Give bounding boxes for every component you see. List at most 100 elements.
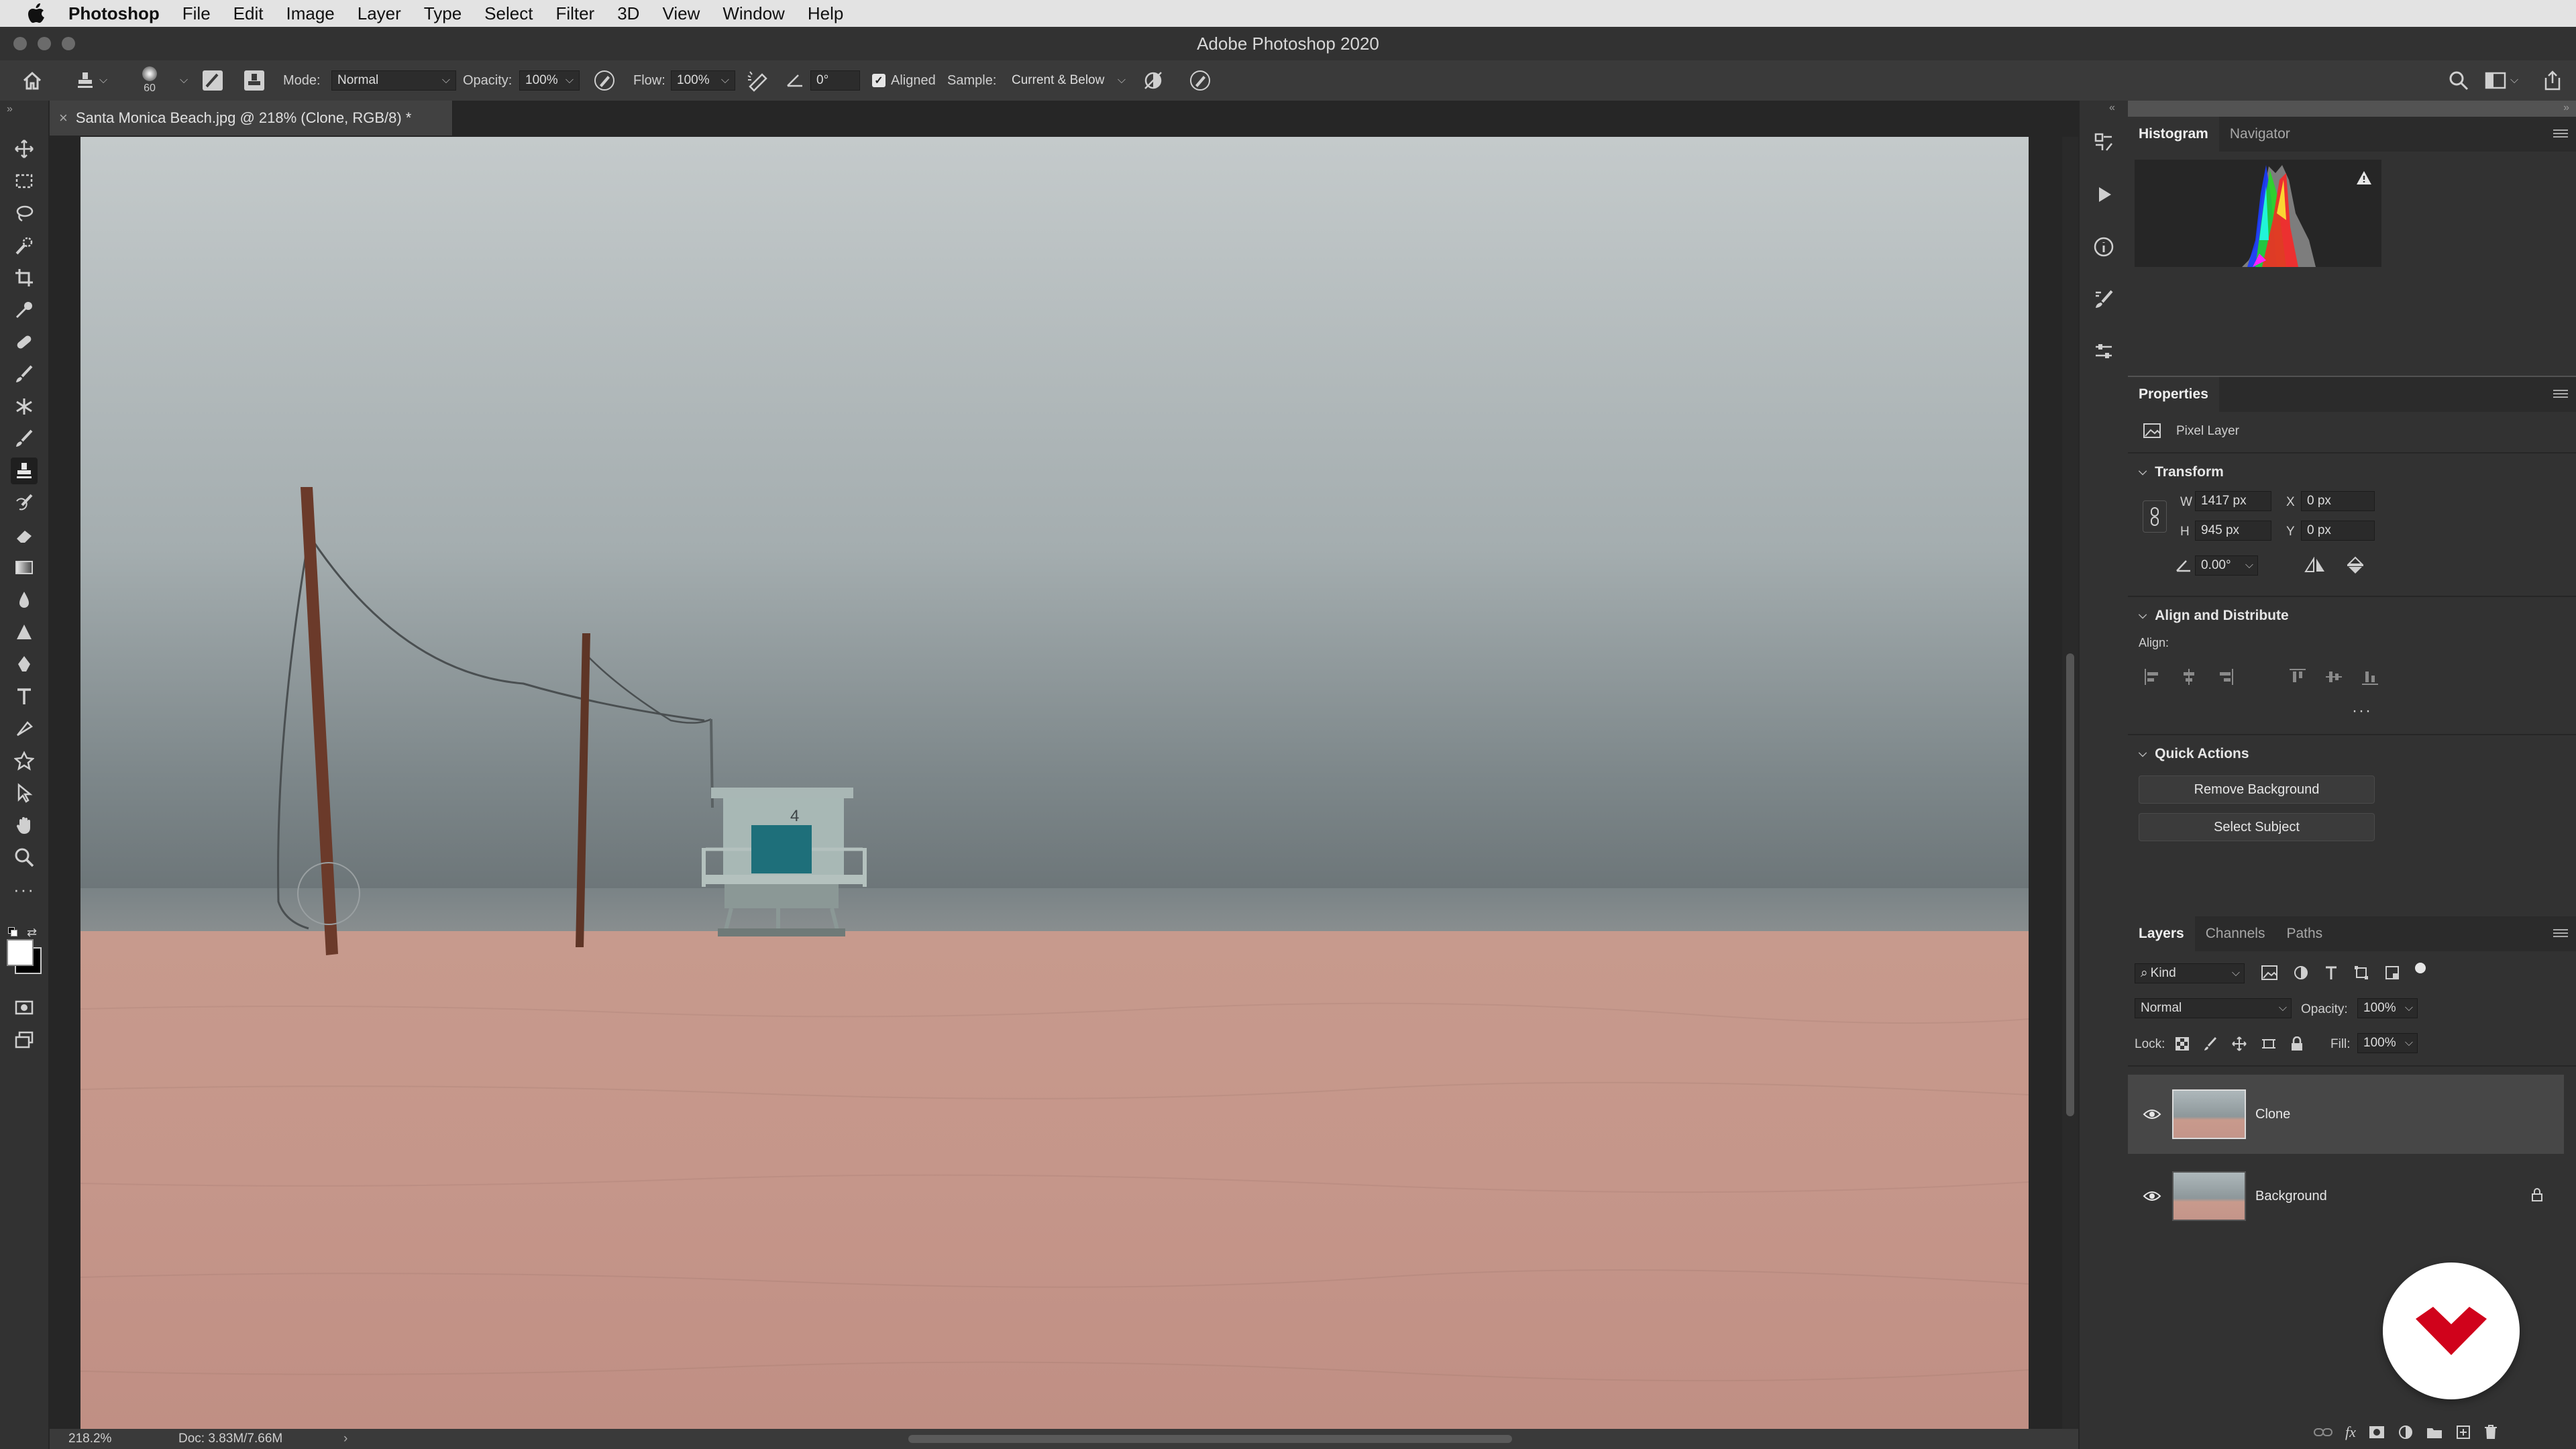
close-document-icon[interactable]: × bbox=[59, 109, 68, 127]
direct-selection-tool[interactable] bbox=[11, 780, 38, 806]
filter-type-icon[interactable] bbox=[2324, 965, 2339, 981]
menu-3d[interactable]: 3D bbox=[617, 3, 639, 24]
menu-edit[interactable]: Edit bbox=[233, 3, 264, 24]
zoom-tool[interactable] bbox=[11, 844, 38, 871]
lasso-tool[interactable] bbox=[11, 200, 38, 227]
lock-all-icon[interactable] bbox=[2290, 1036, 2304, 1051]
toggle-brush-settings-button[interactable] bbox=[201, 60, 224, 101]
menu-view[interactable]: View bbox=[662, 3, 700, 24]
brush-tool[interactable] bbox=[11, 361, 38, 388]
more-options-icon[interactable]: ··· bbox=[2352, 702, 2372, 720]
document-tab[interactable]: × Santa Monica Beach.jpg @ 218% (Clone, … bbox=[50, 101, 453, 136]
tab-channels[interactable]: Channels bbox=[2195, 916, 2276, 951]
new-layer-icon[interactable] bbox=[2455, 1424, 2471, 1440]
edit-toolbar-button[interactable]: ··· bbox=[11, 876, 38, 903]
align-center-horizontal-icon[interactable] bbox=[2179, 667, 2199, 687]
menu-app-name[interactable]: Photoshop bbox=[68, 3, 160, 24]
trash-icon[interactable] bbox=[2483, 1424, 2498, 1440]
default-colors-icon[interactable] bbox=[8, 927, 17, 936]
align-section-header[interactable]: ⌵ Align and Distribute bbox=[2139, 608, 2289, 624]
brush-picker-chevron[interactable]: ⌵ bbox=[176, 60, 188, 101]
height-field[interactable]: 945 px bbox=[2195, 521, 2271, 541]
lock-image-pixels-icon[interactable] bbox=[2203, 1036, 2218, 1051]
layer-filter-kind-select[interactable]: ⌕ Kind ⌵ bbox=[2135, 963, 2245, 983]
menu-layer[interactable]: Layer bbox=[358, 3, 401, 24]
quick-selection-tool[interactable] bbox=[11, 232, 38, 259]
filter-shape-icon[interactable] bbox=[2353, 965, 2369, 981]
layer-name[interactable]: Background bbox=[2255, 1189, 2530, 1204]
layer-row-clone[interactable]: Clone bbox=[2128, 1075, 2564, 1154]
panel-menu-icon[interactable] bbox=[2553, 927, 2568, 941]
zoom-level[interactable]: 218.2% bbox=[68, 1432, 111, 1446]
mixer-brush-tool[interactable] bbox=[11, 425, 38, 452]
blur-tool[interactable] bbox=[11, 586, 38, 613]
apple-icon[interactable] bbox=[24, 1, 48, 25]
menu-filter[interactable]: Filter bbox=[555, 3, 594, 24]
align-left-icon[interactable] bbox=[2143, 667, 2163, 687]
rotation-field[interactable]: 0.00° ⌵ bbox=[2195, 555, 2258, 576]
screen-mode-button[interactable] bbox=[11, 1026, 38, 1053]
panel-menu-icon[interactable] bbox=[2553, 388, 2568, 401]
eye-icon[interactable] bbox=[2139, 1108, 2165, 1120]
move-tool[interactable] bbox=[11, 136, 38, 162]
fx-icon[interactable]: fx bbox=[2345, 1424, 2356, 1441]
vertical-scroll-thumb[interactable] bbox=[2066, 653, 2074, 1116]
x-field[interactable]: 0 px bbox=[2301, 491, 2375, 511]
menu-type[interactable]: Type bbox=[424, 3, 462, 24]
hand-tool[interactable] bbox=[11, 812, 38, 839]
menu-help[interactable]: Help bbox=[808, 3, 843, 24]
actions-panel-button[interactable] bbox=[2089, 180, 2118, 209]
fill-field[interactable]: 100% ⌵ bbox=[2357, 1033, 2418, 1053]
flip-horizontal-button[interactable] bbox=[2304, 556, 2326, 578]
toggle-clone-source-button[interactable] bbox=[243, 60, 266, 101]
menu-file[interactable]: File bbox=[182, 3, 211, 24]
eraser-tool[interactable] bbox=[11, 522, 38, 549]
tab-layers[interactable]: Layers bbox=[2128, 916, 2195, 951]
new-group-folder-icon[interactable] bbox=[2426, 1425, 2443, 1440]
lock-icon[interactable] bbox=[2530, 1187, 2544, 1205]
layer-name[interactable]: Clone bbox=[2255, 1107, 2564, 1122]
flip-vertical-button[interactable] bbox=[2347, 555, 2364, 579]
select-subject-button[interactable]: Select Subject bbox=[2139, 813, 2375, 841]
tab-navigator[interactable]: Navigator bbox=[2219, 117, 2301, 152]
layer-row-background[interactable]: Background bbox=[2128, 1157, 2564, 1236]
search-button[interactable] bbox=[2449, 60, 2469, 101]
collapse-panels-icon[interactable]: » bbox=[2563, 102, 2569, 114]
layer-blend-mode-select[interactable]: Normal ⌵ bbox=[2135, 998, 2292, 1018]
mode-select[interactable]: Normal ⌵ bbox=[331, 70, 456, 91]
tool-preset-picker[interactable]: ⌵ bbox=[75, 60, 107, 101]
link-dimensions-button[interactable] bbox=[2143, 500, 2167, 533]
path-selection-tool[interactable] bbox=[11, 715, 38, 742]
pressure-size-button[interactable] bbox=[1189, 60, 1212, 101]
status-expand-icon[interactable]: › bbox=[343, 1432, 347, 1446]
home-button[interactable] bbox=[21, 60, 43, 101]
ignore-adjustment-layers-button[interactable] bbox=[1142, 60, 1165, 101]
clone-stamp-tool[interactable] bbox=[11, 458, 38, 484]
pressure-opacity-button[interactable] bbox=[593, 60, 616, 101]
brush-preset-picker[interactable]: 60 bbox=[142, 60, 157, 101]
tab-properties[interactable]: Properties bbox=[2128, 377, 2219, 412]
gradient-tool[interactable] bbox=[11, 554, 38, 581]
eyedropper-tool[interactable] bbox=[11, 297, 38, 323]
shape-tool[interactable] bbox=[11, 747, 38, 774]
pattern-tool[interactable] bbox=[11, 393, 38, 420]
remove-background-button[interactable]: Remove Background bbox=[2139, 775, 2375, 804]
quick-mask-button[interactable] bbox=[11, 994, 38, 1021]
horizontal-scroll-thumb[interactable] bbox=[908, 1435, 1512, 1443]
menu-image[interactable]: Image bbox=[286, 3, 334, 24]
tab-paths[interactable]: Paths bbox=[2275, 916, 2333, 951]
add-mask-icon[interactable] bbox=[2368, 1425, 2385, 1440]
lock-position-icon[interactable] bbox=[2231, 1036, 2247, 1052]
type-tool[interactable] bbox=[11, 683, 38, 710]
panel-menu-icon[interactable] bbox=[2553, 127, 2568, 141]
airbrush-button[interactable] bbox=[746, 60, 770, 101]
collapse-toolbar-icon[interactable]: » bbox=[7, 103, 13, 115]
lock-artboard-icon[interactable] bbox=[2261, 1036, 2277, 1051]
filter-adjustment-icon[interactable] bbox=[2293, 965, 2309, 981]
filter-smart-object-icon[interactable] bbox=[2384, 965, 2400, 981]
pen-tool[interactable] bbox=[11, 651, 38, 678]
align-bottom-icon[interactable] bbox=[2360, 667, 2380, 687]
cache-warning-icon[interactable] bbox=[2356, 170, 2372, 189]
y-field[interactable]: 0 px bbox=[2301, 521, 2375, 541]
marquee-tool[interactable] bbox=[11, 168, 38, 195]
